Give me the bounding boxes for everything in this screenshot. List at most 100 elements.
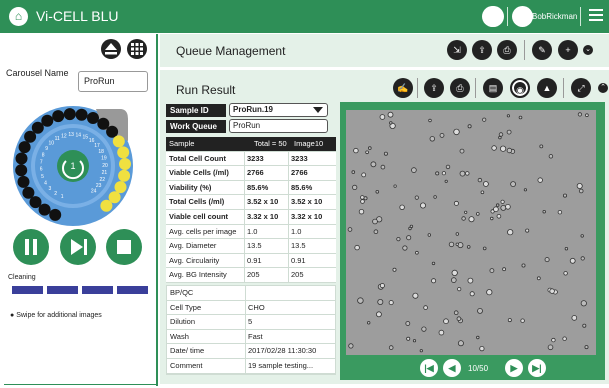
bpqc-label: BP/QC	[170, 288, 194, 297]
chevron-up-icon[interactable]: ⌃	[598, 83, 608, 93]
menu-icon[interactable]	[589, 9, 603, 23]
carousel-slot[interactable]	[118, 169, 131, 182]
share-icon[interactable]: ⇪	[472, 40, 492, 60]
carousel-slot[interactable]	[52, 110, 65, 123]
cell	[506, 114, 510, 118]
carousel-slot[interactable]	[114, 181, 127, 194]
image-value: 3233	[291, 153, 308, 163]
cell	[411, 167, 417, 173]
grid-view-button[interactable]	[127, 39, 147, 59]
carousel-slot[interactable]	[49, 208, 62, 221]
carousel-slot[interactable]	[18, 141, 31, 154]
status-icon[interactable]	[483, 6, 504, 27]
divider	[288, 180, 289, 195]
divider	[244, 253, 245, 268]
expand-icon[interactable]: ⤢	[571, 78, 591, 98]
carousel-slot[interactable]	[75, 108, 88, 121]
table-row: Total Cell Count 3233 3233	[166, 151, 336, 167]
sign-icon[interactable]: ✍	[393, 78, 413, 98]
cell	[455, 232, 459, 236]
cell	[585, 113, 589, 117]
slot-number: 19	[101, 156, 107, 162]
cell	[427, 233, 431, 237]
carousel-slot[interactable]	[63, 108, 76, 121]
cell	[507, 318, 512, 323]
app-title: Vi-CELL BLU	[36, 8, 119, 24]
carousel-slot[interactable]	[15, 152, 28, 165]
pause-button[interactable]	[13, 229, 49, 265]
table-row: Viable cell count 3.32 x 10 3.32 x 10	[166, 209, 336, 225]
cell-image[interactable]	[346, 110, 596, 355]
prev-image-button[interactable]: ◀	[443, 359, 461, 377]
chevron-down-icon[interactable]: ⌄	[583, 45, 593, 55]
report-icon[interactable]: ▤	[483, 78, 503, 98]
image-page-label: 10/50	[468, 364, 489, 373]
swipe-hint-text: Swipe for additional images	[16, 312, 102, 319]
cell	[477, 307, 483, 314]
cell	[468, 216, 475, 223]
slot-number: 10	[49, 140, 55, 146]
carousel-slot[interactable]	[100, 199, 113, 212]
carousel-name-input[interactable]: ProRun	[78, 71, 148, 92]
cell	[347, 227, 353, 232]
cell	[521, 263, 526, 268]
carousel-slot[interactable]	[106, 125, 119, 138]
carousel-slot[interactable]	[112, 135, 125, 148]
carousel-slot[interactable]	[87, 112, 99, 124]
cell	[433, 195, 437, 199]
image-value: 0.91	[291, 255, 306, 265]
carousel-slot[interactable]	[41, 114, 54, 127]
cell	[375, 190, 380, 194]
work-queue-field[interactable]: ProRun	[229, 119, 328, 133]
slot-number: 5	[41, 174, 44, 180]
cell	[361, 172, 367, 178]
first-image-button[interactable]: |◀	[420, 359, 438, 377]
carousel-slot[interactable]	[17, 175, 30, 188]
sample-id-select[interactable]: ProRun.19	[229, 103, 328, 117]
export-icon[interactable]: ⇲	[447, 40, 467, 60]
divider	[288, 209, 289, 224]
stop-button[interactable]	[106, 229, 142, 265]
eject-button[interactable]	[101, 39, 121, 59]
total-value: 3.32 x 10	[247, 211, 279, 221]
next-button[interactable]	[60, 229, 96, 265]
add-icon[interactable]: +	[558, 40, 578, 60]
carousel-graphic[interactable]: 1234567891011 12 13 14 15161718192021222324 …	[8, 101, 138, 231]
slot-number: 18	[98, 149, 104, 155]
cell	[393, 184, 397, 188]
cell	[428, 118, 432, 123]
home-icon[interactable]: ⌂	[9, 7, 28, 26]
column-header: Image10	[294, 139, 324, 148]
cell	[348, 343, 354, 349]
print-icon[interactable]: ⎙	[450, 78, 470, 98]
divider	[288, 224, 289, 239]
cell	[486, 289, 493, 296]
user-name[interactable]: BobRickman	[532, 12, 577, 21]
cell	[444, 179, 448, 183]
carousel-slot[interactable]	[117, 146, 130, 159]
divider	[524, 40, 525, 60]
last-image-button[interactable]: ▶|	[528, 359, 546, 377]
carousel-slot[interactable]	[15, 164, 28, 177]
camera-icon[interactable]: ◉	[510, 78, 530, 98]
carousel-slot[interactable]	[22, 186, 35, 199]
print-icon[interactable]: ⎙	[497, 40, 517, 60]
cell	[500, 199, 505, 204]
avatar[interactable]	[512, 6, 533, 27]
edit-icon[interactable]: ✎	[532, 40, 552, 60]
share-icon[interactable]: ⇪	[424, 78, 444, 98]
next-image-button[interactable]: ▶	[505, 359, 523, 377]
cell	[537, 177, 543, 183]
slot-number: 15	[83, 135, 89, 141]
bpqc-label: Wash	[170, 331, 189, 341]
total-value: 2766	[247, 168, 264, 178]
divider	[244, 268, 245, 282]
cell	[489, 268, 495, 274]
queue-title[interactable]: Queue Management	[176, 44, 285, 58]
cell	[464, 210, 468, 214]
carousel-slot[interactable]	[119, 158, 131, 170]
cell	[414, 195, 419, 200]
chart-icon[interactable]: ▲	[537, 78, 557, 98]
current-position: 1	[70, 161, 75, 171]
divider	[244, 239, 245, 253]
